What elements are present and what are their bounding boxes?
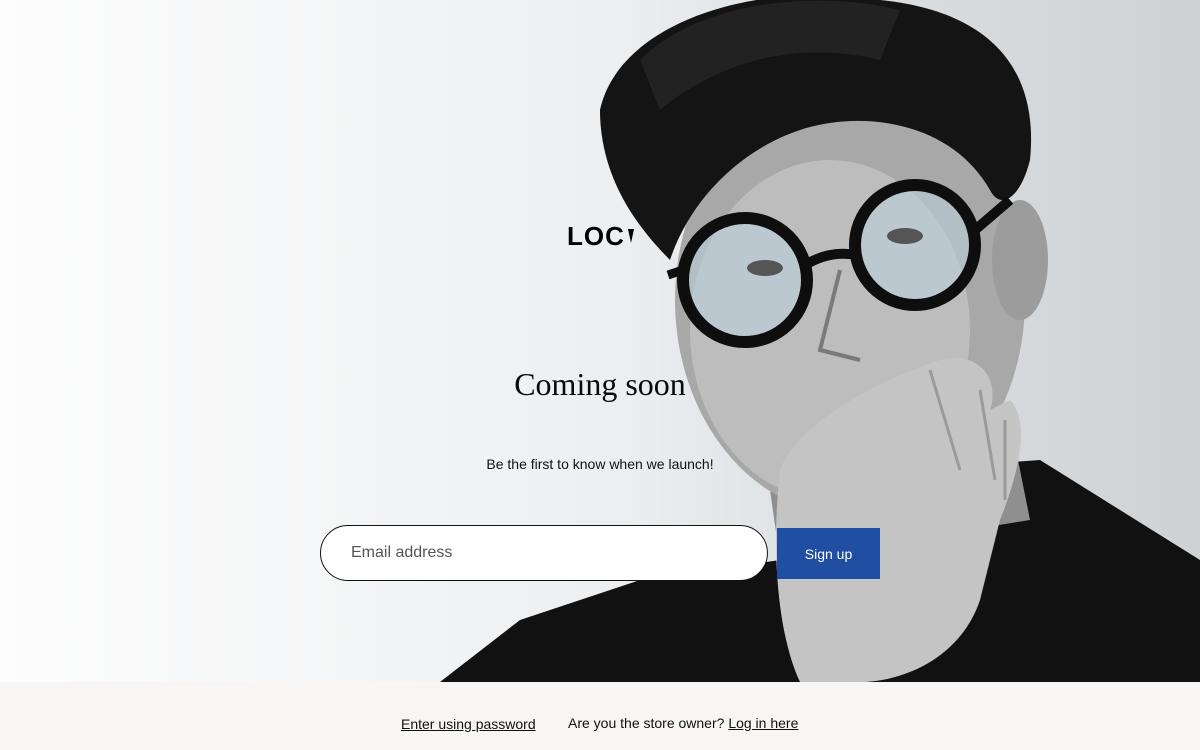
- store-owner-prompt: Are you the store owner? Log in here: [568, 715, 798, 731]
- owner-prompt-text: Are you the store owner?: [568, 715, 725, 731]
- email-input[interactable]: [349, 543, 767, 563]
- enter-password-link[interactable]: Enter using password: [401, 716, 536, 732]
- page-title: Coming soon: [514, 366, 686, 402]
- brand-logo[interactable]: LOC: [567, 222, 636, 250]
- hero-section: LOC Coming soon Be the first to know whe…: [0, 0, 1200, 682]
- brand-logo-text: LOC: [567, 221, 625, 251]
- email-field[interactable]: [320, 525, 768, 581]
- footer: Enter using password Are you the store o…: [0, 682, 1200, 750]
- signup-button[interactable]: Sign up: [777, 528, 880, 579]
- logo-mark-icon: [627, 229, 634, 243]
- login-link[interactable]: Log in here: [728, 715, 798, 731]
- page-subtitle: Be the first to know when we launch!: [486, 456, 714, 472]
